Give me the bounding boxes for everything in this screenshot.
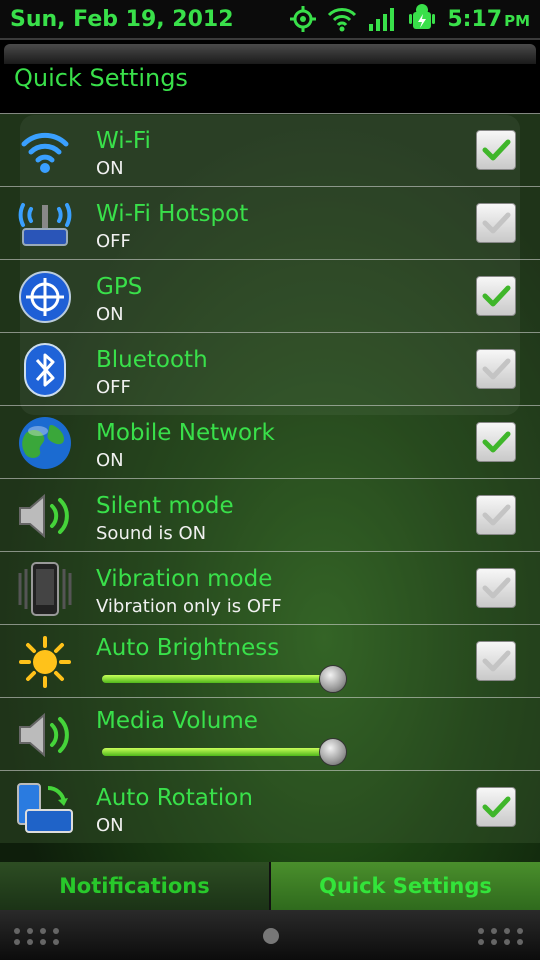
setting-status: Vibration only is OFF: [96, 596, 282, 617]
setting-row-silent-mode[interactable]: Silent mode Sound is ON: [0, 478, 540, 551]
sun-icon: [12, 633, 78, 691]
setting-title: Silent mode: [96, 493, 234, 519]
media-volume-slider[interactable]: [102, 738, 348, 766]
setting-row-gps[interactable]: GPS ON: [0, 259, 540, 332]
drag-handle-bar[interactable]: [0, 910, 540, 960]
setting-row-vibration-mode[interactable]: Vibration mode Vibration only is OFF: [0, 551, 540, 624]
gps-checkbox[interactable]: [476, 276, 516, 316]
gps-icon: [12, 268, 78, 326]
setting-title: Auto Rotation: [96, 785, 253, 811]
checkmark-icon: [482, 650, 511, 672]
globe-icon: [12, 414, 78, 472]
checkmark-icon: [482, 796, 511, 818]
tab-notifications[interactable]: Notifications: [0, 862, 269, 910]
status-time: 5:17 PM: [447, 6, 530, 32]
checkmark-icon: [482, 285, 511, 307]
vibration-icon: [12, 560, 78, 618]
battery-charging-android-icon: [409, 4, 436, 29]
wifi-icon: [12, 122, 78, 180]
setting-status: ON: [96, 304, 124, 325]
setting-title: Wi-Fi Hotspot: [96, 201, 249, 227]
slider-knob[interactable]: [319, 665, 348, 693]
slider-fill: [102, 675, 333, 683]
tab-quick-settings[interactable]: Quick Settings: [271, 862, 540, 910]
checkmark-icon: [482, 358, 511, 380]
auto-brightness-checkbox[interactable]: [476, 641, 516, 681]
signal-icon: [369, 8, 395, 31]
checkmark-icon: [482, 577, 511, 599]
setting-row-media-volume[interactable]: Media Volume: [0, 697, 540, 770]
setting-row-mobile-network[interactable]: Mobile Network ON: [0, 405, 540, 478]
grip-dots-right-icon: [478, 928, 523, 945]
setting-row-auto-rotation[interactable]: Auto Rotation ON: [0, 770, 540, 843]
setting-status: ON: [96, 815, 124, 836]
vibration-mode-checkbox[interactable]: [476, 568, 516, 608]
checkmark-icon: [482, 212, 511, 234]
setting-title: Auto Brightness: [96, 635, 280, 661]
slider-fill: [102, 748, 333, 756]
wifi-checkbox[interactable]: [476, 130, 516, 170]
setting-status: OFF: [96, 231, 131, 252]
setting-title: Mobile Network: [96, 420, 275, 446]
checkmark-icon: [482, 504, 511, 526]
wifi-hotspot-checkbox[interactable]: [476, 203, 516, 243]
status-bar: Sun, Feb 19, 2012 5:17 PM: [0, 0, 540, 38]
bluetooth-icon: [12, 341, 78, 399]
speaker-icon: [12, 487, 78, 545]
handle-center-dot: [263, 928, 279, 944]
gps-target-icon: [290, 6, 317, 32]
rotation-icon: [12, 779, 78, 837]
bluetooth-checkbox[interactable]: [476, 349, 516, 389]
setting-title: Bluetooth: [96, 347, 208, 373]
hotspot-icon: [12, 195, 78, 253]
status-icons: 5:17 PM: [289, 4, 530, 34]
mobile-network-checkbox[interactable]: [476, 422, 516, 462]
setting-row-wifi[interactable]: Wi-Fi ON: [0, 113, 540, 186]
setting-row-wifi-hotspot[interactable]: Wi-Fi Hotspot OFF: [0, 186, 540, 259]
checkmark-icon: [482, 139, 511, 161]
setting-title: Media Volume: [96, 708, 258, 734]
speaker-icon: [12, 706, 78, 764]
header-bar: [4, 44, 536, 64]
setting-status: OFF: [96, 377, 131, 398]
setting-status: ON: [96, 450, 124, 471]
brightness-slider[interactable]: [102, 665, 348, 693]
status-date: Sun, Feb 19, 2012: [10, 6, 234, 32]
setting-row-auto-brightness[interactable]: Auto Brightness: [0, 624, 540, 697]
setting-title: Vibration mode: [96, 566, 273, 592]
setting-title: GPS: [96, 274, 143, 300]
setting-title: Wi-Fi: [96, 128, 151, 154]
checkmark-icon: [482, 431, 511, 453]
setting-status: Sound is ON: [96, 523, 207, 544]
auto-rotation-checkbox[interactable]: [476, 787, 516, 827]
slider-knob[interactable]: [319, 738, 348, 766]
grip-dots-left-icon: [14, 928, 59, 945]
quick-settings-list: Wi-Fi ON Wi-Fi Hotspot OFF GPS ON Blueto…: [0, 113, 540, 843]
silent-mode-checkbox[interactable]: [476, 495, 516, 535]
wifi-icon: [328, 8, 357, 32]
setting-status: ON: [96, 158, 124, 179]
page-title: Quick Settings: [14, 64, 188, 92]
setting-row-bluetooth[interactable]: Bluetooth OFF: [0, 332, 540, 405]
screen: Sun, Feb 19, 2012 5:17 PM Quick Settings…: [0, 0, 540, 960]
quick-settings-header: Quick Settings: [0, 38, 540, 114]
bottom-tabs: Notifications Quick Settings: [0, 862, 540, 910]
